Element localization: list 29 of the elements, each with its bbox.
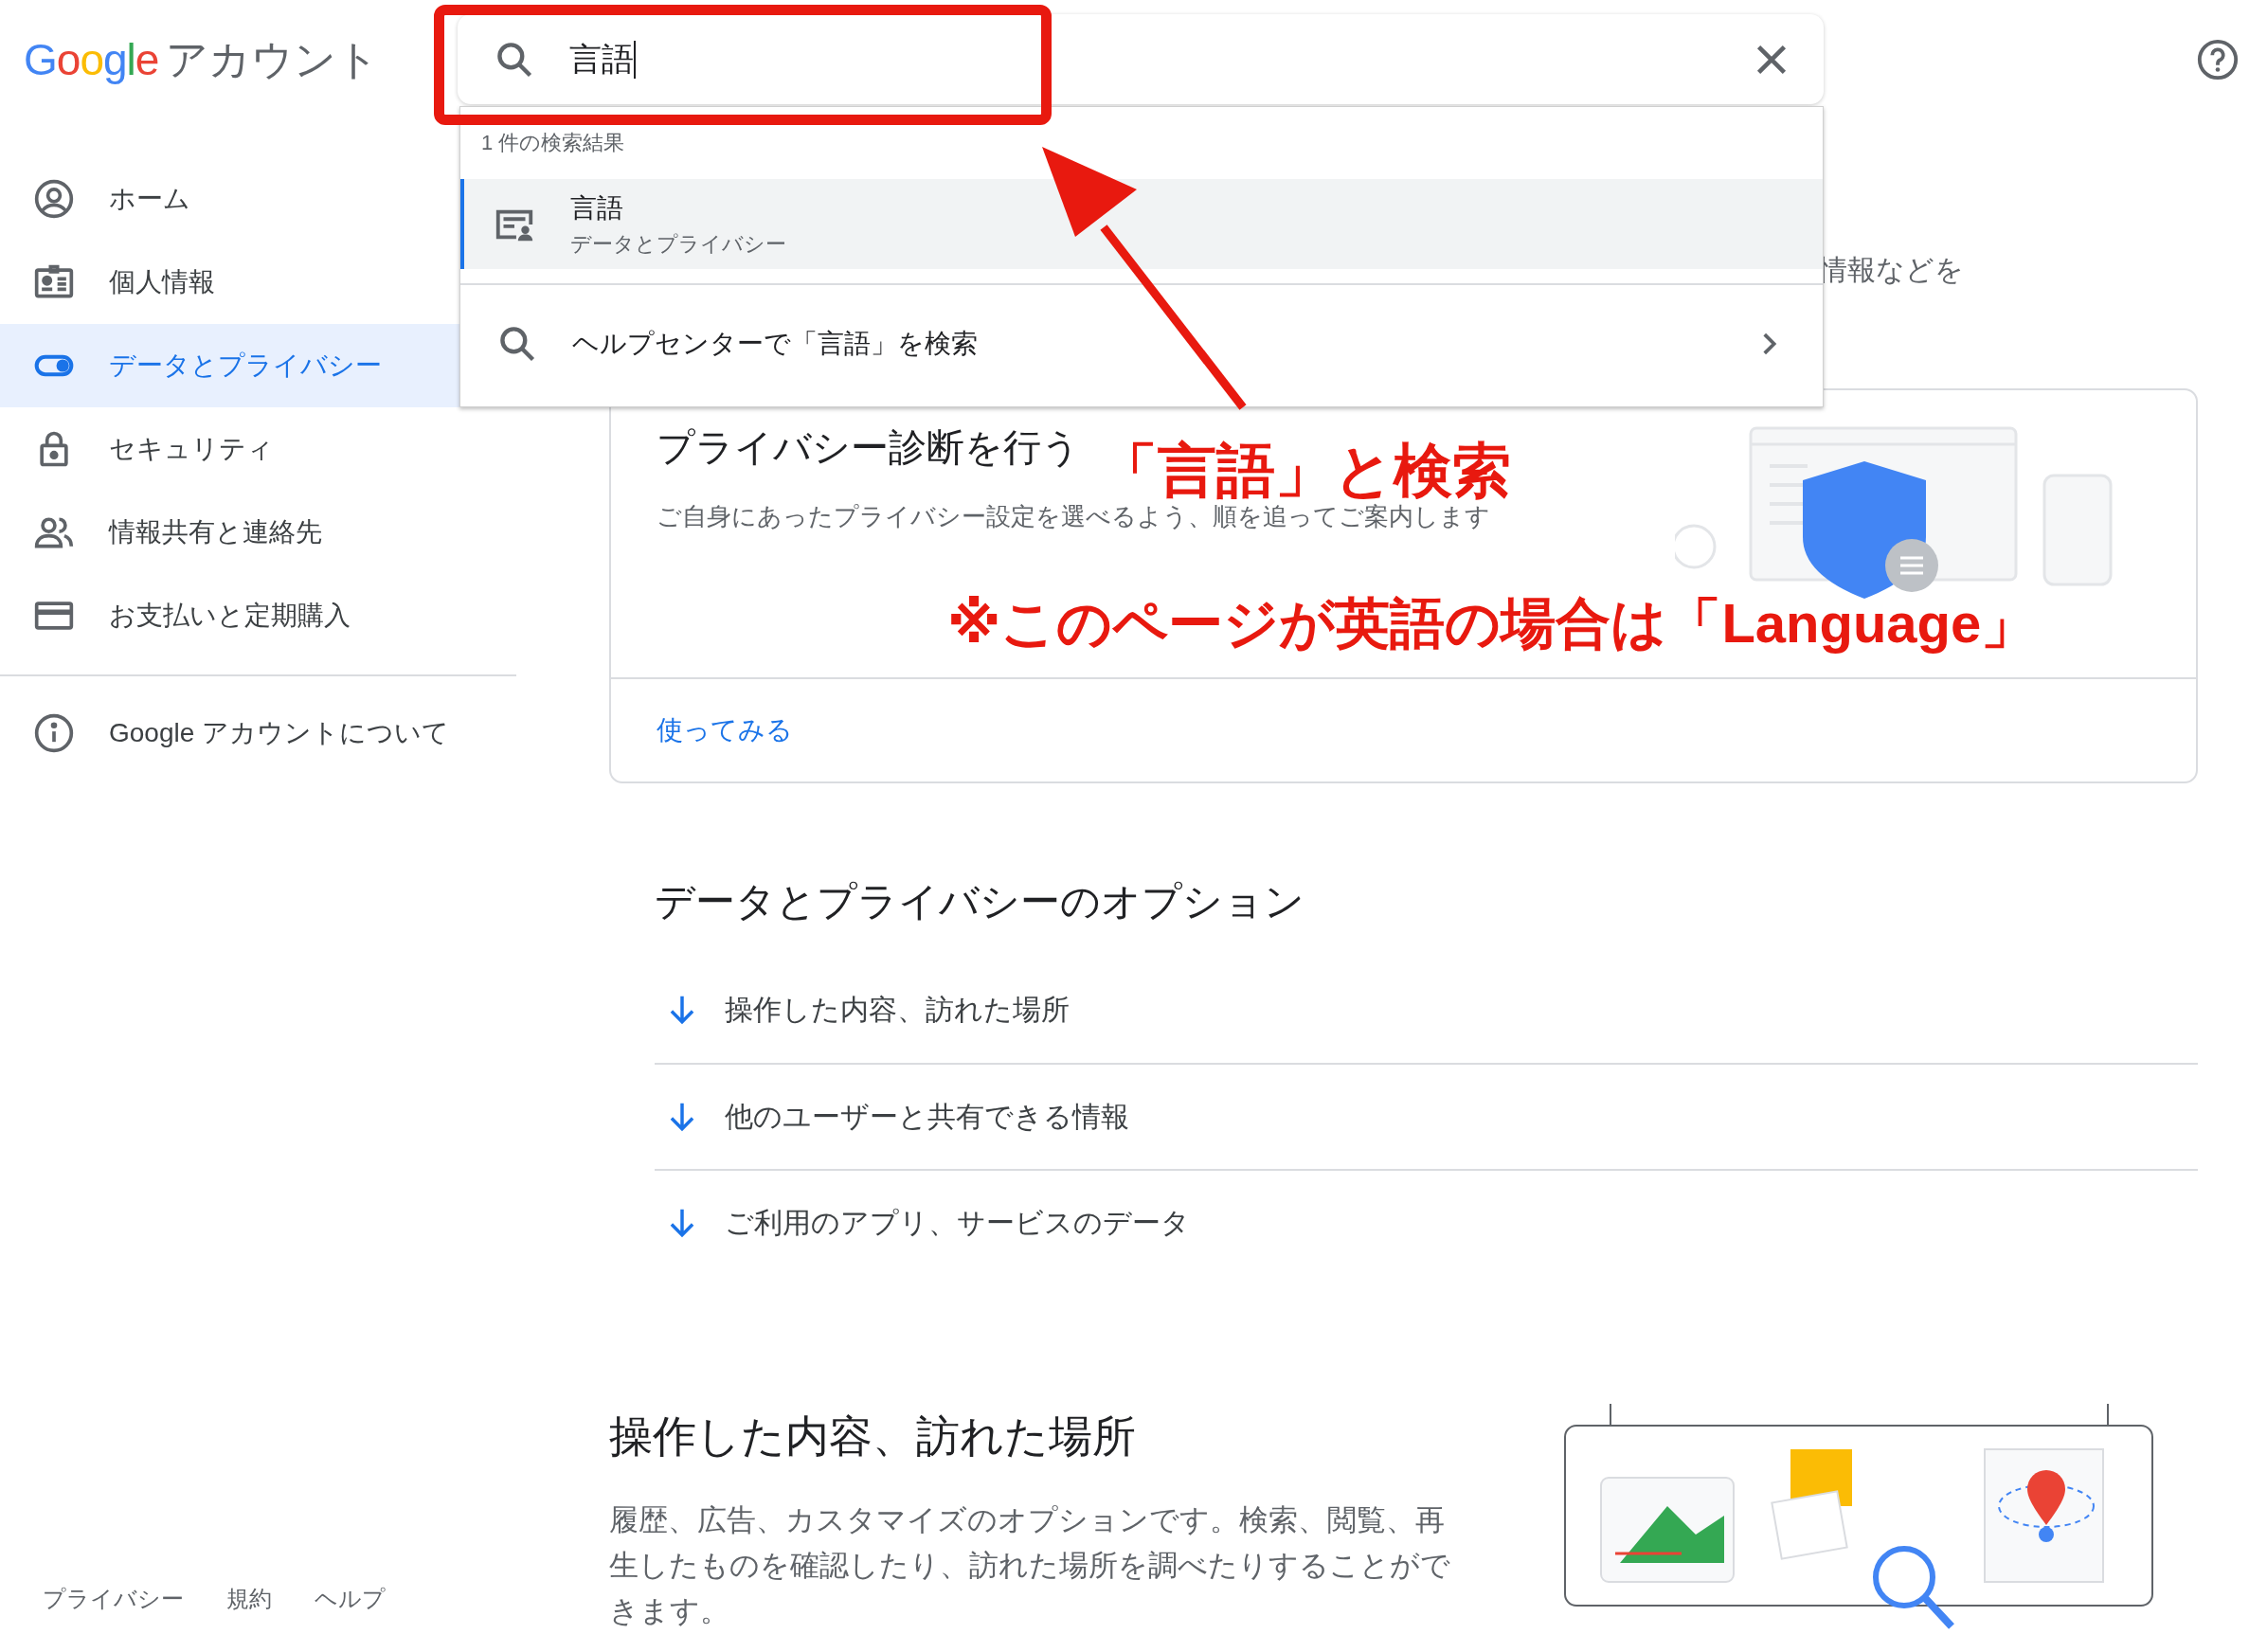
card-description: ご自身にあったプライバシー設定を選べるよう、順を追ってご案内します [657, 501, 1491, 532]
annotation-text: ※このページが英語の場合は「Language」 [947, 591, 2037, 655]
section-heading: データとプライバシーのオプション [655, 878, 1305, 925]
option-row[interactable]: ご利用のアプリ、サービスのデータ [655, 1169, 2198, 1275]
footer-link[interactable]: プライバシー [43, 1584, 184, 1614]
result-subtitle: データとプライバシー [570, 230, 786, 258]
footer-link[interactable]: ヘルプ [315, 1584, 386, 1614]
annotation-text: 「言語」と検索 [1099, 437, 1511, 504]
option-row[interactable]: 操作した内容、訪れた場所 [655, 957, 2198, 1063]
search-field[interactable]: 言語 [458, 14, 1824, 104]
help-icon[interactable] [2196, 38, 2240, 81]
section-heading: 操作した内容、訪れた場所 [609, 1410, 1137, 1463]
result-title: 言語 [570, 191, 624, 224]
search-result[interactable]: 言語 データとプライバシー [460, 179, 1823, 269]
card-title: プライバシー診断を行う [657, 425, 1080, 470]
account-circle-icon [33, 178, 75, 220]
app-title: アカウント [166, 34, 380, 84]
google-logo: Google [24, 34, 159, 85]
sidebar-item[interactable]: お支払いと定期購入 [0, 574, 609, 657]
footer-link[interactable]: 規約 [226, 1584, 272, 1614]
info-icon [33, 712, 75, 754]
result-count: 1 件の検索結果 [480, 130, 626, 156]
sidebar-item[interactable]: Google アカウントについて [0, 691, 609, 775]
sidebar-item[interactable]: 情報共有と連絡先 [0, 491, 609, 574]
option-row[interactable]: 他のユーザーと共有できる情報 [655, 1063, 2198, 1169]
help-search-item[interactable]: ヘルプセンターで「言語」を検索 [460, 283, 1823, 403]
try-it-link[interactable]: 使ってみる [657, 712, 793, 748]
section-description: 履歴、広告、カスタマイズのオプションです。検索、閲覧、再生したものを確認したり、訪れた場所を調べたりすることができます。 [609, 1502, 1451, 1629]
sidebar-item[interactable]: セキュリティ [0, 407, 609, 491]
